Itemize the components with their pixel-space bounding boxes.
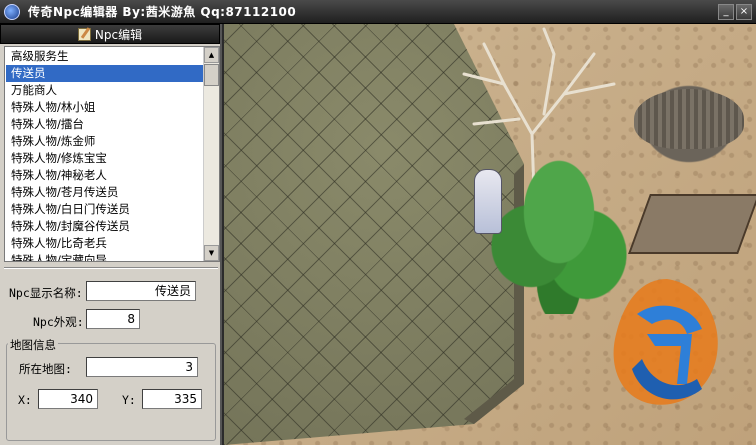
market-stall [628, 194, 756, 254]
close-button[interactable]: × [736, 4, 752, 20]
editor-panel: Npc编辑 高级服务生 传送员 万能商人 特殊人物/林小姐 特殊人物/擂台 特殊人物/炼金… [0, 24, 222, 445]
npc-list-item[interactable]: 特殊人物/白日门传送员 [6, 201, 204, 218]
game-logo-icon [613, 279, 718, 405]
npc-list-items: 高级服务生 传送员 万能商人 特殊人物/林小姐 特殊人物/擂台 特殊人物/炼金师 特殊人物/… [6, 48, 204, 261]
map-input[interactable]: 3 [86, 357, 198, 377]
npc-list-item[interactable]: 特殊人物/比奇老兵 [6, 235, 204, 252]
minimize-button[interactable]: _ [718, 4, 734, 20]
display-name-input[interactable]: 传送员 [86, 281, 196, 301]
npc-list-item[interactable]: 特殊人物/封魔谷传送员 [6, 218, 204, 235]
appearance-input[interactable]: 8 [86, 309, 140, 329]
panel-header-label: Npc编辑 [94, 27, 143, 42]
title-bar: 传奇Npc编辑器 By:茜米游魚 Qq:87112100 _ × [0, 0, 756, 24]
scroll-down-icon[interactable]: ▼ [204, 245, 219, 261]
map-info-title: 地图信息 [8, 337, 58, 353]
map-preview [224, 24, 756, 445]
app-icon [4, 3, 20, 20]
npc-list-item[interactable]: 特殊人物/神秘老人 [6, 167, 204, 184]
appearance-label: Npc外观: [33, 315, 84, 329]
y-label: Y: [122, 393, 136, 407]
npc-list-item[interactable]: 特殊人物/林小姐 [6, 99, 204, 116]
scroll-thumb[interactable] [204, 64, 219, 86]
npc-list-item[interactable]: 特殊人物/炼金师 [6, 133, 204, 150]
npc-list[interactable]: 高级服务生 传送员 万能商人 特殊人物/林小姐 特殊人物/擂台 特殊人物/炼金师 特殊人物/… [4, 46, 220, 262]
divider [4, 267, 218, 269]
map-label: 所在地图: [19, 362, 72, 376]
npc-sprite [474, 169, 502, 234]
npc-list-item[interactable]: 万能商人 [6, 82, 204, 99]
npc-list-item[interactable]: 高级服务生 [6, 48, 204, 65]
window-title: 传奇Npc编辑器 By:茜米游魚 Qq:87112100 [28, 5, 297, 19]
panel-header: Npc编辑 [0, 24, 220, 44]
scroll-up-icon[interactable]: ▲ [204, 47, 219, 63]
npc-list-item[interactable]: 特殊人物/苍月传送员 [6, 184, 204, 201]
npc-list-item[interactable]: 传送员 [6, 65, 204, 82]
npc-list-item[interactable]: 特殊人物/修炼宝宝 [6, 150, 204, 167]
npc-list-item[interactable]: 特殊人物/宝藏向导 [6, 252, 204, 261]
npc-list-item[interactable]: 特殊人物/擂台 [6, 116, 204, 133]
npc-list-scrollbar[interactable]: ▲ ▼ [203, 47, 219, 261]
thatched-hut [624, 69, 754, 179]
window-controls: _ × [718, 4, 752, 20]
edit-icon [77, 27, 91, 41]
y-input[interactable]: 335 [142, 389, 202, 409]
display-name-label: Npc显示名称: [9, 286, 83, 300]
x-label: X: [18, 393, 32, 407]
x-input[interactable]: 340 [38, 389, 98, 409]
